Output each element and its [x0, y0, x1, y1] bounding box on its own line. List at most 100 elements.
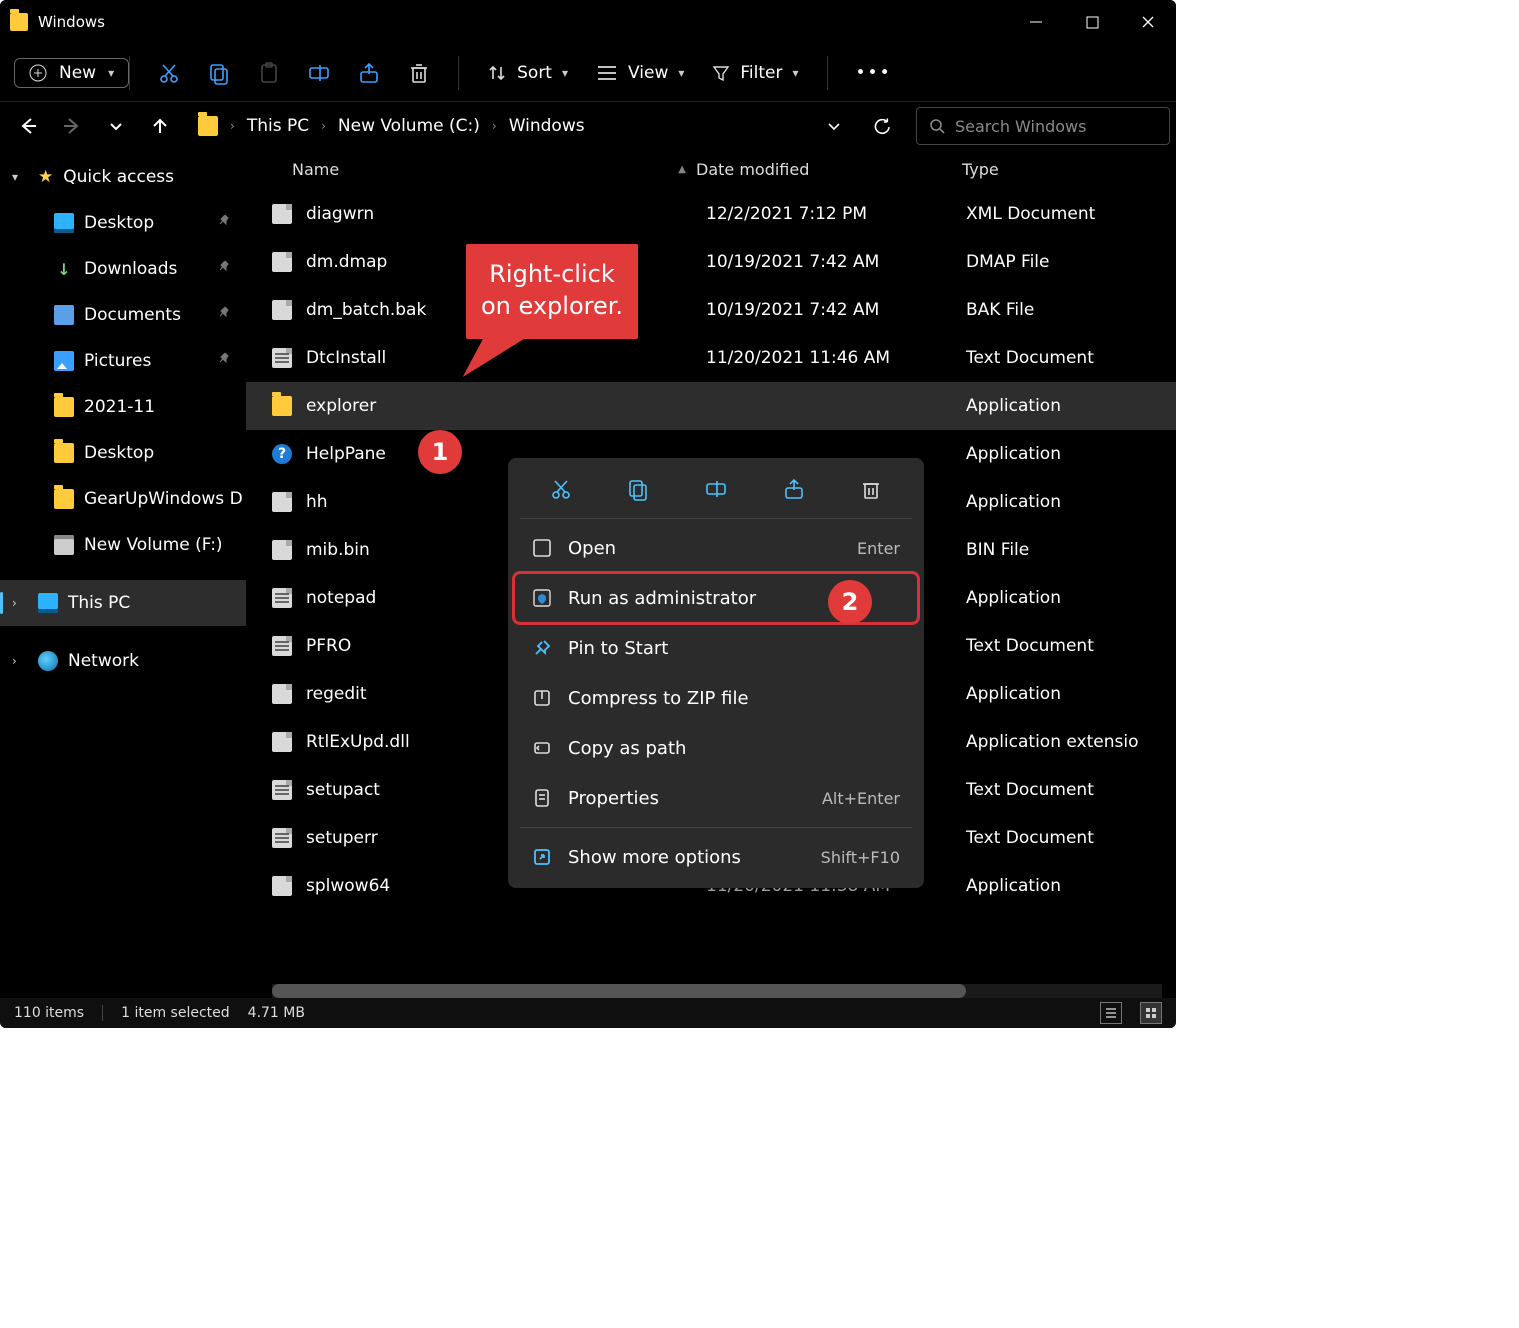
- file-type: Application: [966, 684, 1061, 704]
- file-date: 11/20/2021 11:46 AM: [706, 348, 966, 368]
- context-menu: OpenEnter Run as administrator Pin to St…: [508, 458, 924, 888]
- file-name: explorer: [306, 396, 706, 416]
- pin-icon: [218, 213, 232, 233]
- file-row[interactable]: DtcInstall 11/20/2021 11:46 AM Text Docu…: [246, 334, 1176, 382]
- explorer-window: Windows New ▾ Sort▾ View▾ Filter▾: [0, 0, 1176, 1028]
- file-row[interactable]: dm_batch.bak 10/19/2021 7:42 AM BAK File: [246, 286, 1176, 334]
- file-icon: [272, 252, 292, 272]
- sidebar-item-pictures[interactable]: Pictures: [0, 338, 246, 384]
- sidebar-this-pc[interactable]: › This PC: [0, 580, 246, 626]
- sidebar-item-gearupwindows-d[interactable]: GearUpWindows D: [0, 476, 246, 522]
- ctx-cut-button[interactable]: [541, 469, 581, 509]
- ctx-copy-button[interactable]: [618, 469, 658, 509]
- sidebar-item-downloads[interactable]: Downloads: [0, 246, 246, 292]
- file-type: BIN File: [966, 540, 1029, 560]
- file-icon: [272, 732, 292, 752]
- thumbnails-view-toggle[interactable]: [1140, 1002, 1162, 1024]
- copy-button[interactable]: [204, 54, 234, 92]
- maximize-button[interactable]: [1064, 0, 1120, 44]
- cut-button[interactable]: [154, 54, 184, 92]
- more-button[interactable]: •••: [852, 54, 896, 92]
- breadcrumb[interactable]: Windows: [509, 116, 585, 136]
- up-button[interactable]: [138, 104, 182, 148]
- file-date: 10/19/2021 7:42 AM: [706, 252, 966, 272]
- horizontal-scrollbar[interactable]: [272, 984, 1162, 998]
- pin-icon: [218, 259, 232, 279]
- sidebar-item-desktop[interactable]: Desktop: [0, 430, 246, 476]
- paste-button[interactable]: [254, 54, 284, 92]
- sidebar-item-desktop[interactable]: Desktop: [0, 200, 246, 246]
- ctx-share-button[interactable]: [774, 469, 814, 509]
- file-type: BAK File: [966, 300, 1034, 320]
- close-button[interactable]: [1120, 0, 1176, 44]
- filter-button[interactable]: Filter▾: [708, 54, 802, 92]
- column-name[interactable]: Name▲: [246, 160, 686, 179]
- ctx-open[interactable]: OpenEnter: [514, 523, 918, 573]
- path-icon: [532, 738, 552, 758]
- annotation-badge-1: 1: [418, 430, 462, 474]
- drive-icon: [54, 535, 74, 555]
- file-row[interactable]: explorer Application: [246, 382, 1176, 430]
- file-icon: [272, 684, 292, 704]
- pin-icon: [218, 305, 232, 325]
- status-count: 110 items: [14, 1005, 84, 1021]
- search-input[interactable]: Search Windows: [916, 107, 1170, 145]
- file-date: 10/19/2021 7:42 AM: [706, 300, 966, 320]
- sidebar-network[interactable]: › Network: [0, 638, 246, 684]
- pc-icon: [38, 593, 58, 613]
- chevron-down-icon: ▾: [108, 66, 114, 80]
- ctx-show-more[interactable]: Show more optionsShift+F10: [514, 832, 918, 882]
- new-button[interactable]: New ▾: [14, 58, 129, 88]
- view-button[interactable]: View▾: [592, 54, 688, 92]
- titlebar: Windows: [0, 0, 1176, 44]
- address-dropdown[interactable]: [816, 118, 852, 134]
- sidebar-item-label: Desktop: [84, 213, 154, 233]
- globe-icon: [38, 651, 58, 671]
- file-icon: [272, 348, 292, 368]
- nav-row: › This PC › New Volume (C:) › Windows Se…: [0, 102, 1176, 150]
- file-icon: [272, 828, 292, 848]
- folder-icon: [54, 397, 74, 417]
- properties-icon: [532, 788, 552, 808]
- pin-icon: [218, 351, 232, 371]
- sort-button[interactable]: Sort▾: [483, 54, 572, 92]
- delete-button[interactable]: [404, 54, 434, 92]
- ctx-copy-path[interactable]: Copy as path: [514, 723, 918, 773]
- sidebar-item-2021-11[interactable]: 2021-11: [0, 384, 246, 430]
- rename-button[interactable]: [304, 54, 334, 92]
- sidebar-item-label: Pictures: [84, 351, 151, 371]
- folder-icon: [54, 489, 74, 509]
- ctx-delete-button[interactable]: [851, 469, 891, 509]
- refresh-button[interactable]: [864, 116, 900, 136]
- file-date: 12/2/2021 7:12 PM: [706, 204, 966, 224]
- recent-button[interactable]: [94, 104, 138, 148]
- status-selection: 1 item selected: [121, 1005, 230, 1021]
- column-date[interactable]: Date modified: [686, 160, 946, 179]
- breadcrumb[interactable]: New Volume (C:): [338, 116, 480, 136]
- ctx-rename-button[interactable]: [696, 469, 736, 509]
- ctx-compress-zip[interactable]: Compress to ZIP file: [514, 673, 918, 723]
- file-row[interactable]: dm.dmap 10/19/2021 7:42 AM DMAP File: [246, 238, 1176, 286]
- ctx-properties[interactable]: PropertiesAlt+Enter: [514, 773, 918, 823]
- sidebar-quick-access[interactable]: ▾ ★ Quick access: [0, 154, 246, 200]
- minimize-button[interactable]: [1008, 0, 1064, 44]
- sidebar: ▾ ★ Quick access Desktop Downloads Docum…: [0, 150, 246, 998]
- share-button[interactable]: [354, 54, 384, 92]
- sidebar-item-new-volume-f-[interactable]: New Volume (F:): [0, 522, 246, 568]
- file-icon: [272, 540, 292, 560]
- forward-button[interactable]: [50, 104, 94, 148]
- folder-icon: [54, 443, 74, 463]
- star-icon: ★: [38, 167, 53, 187]
- file-row[interactable]: diagwrn 12/2/2021 7:12 PM XML Document: [246, 190, 1176, 238]
- address-bar[interactable]: › This PC › New Volume (C:) › Windows: [190, 107, 908, 145]
- file-type: Application: [966, 876, 1061, 896]
- column-headers: Name▲ Date modified Type: [246, 150, 1176, 190]
- file-type: Text Document: [966, 348, 1094, 368]
- file-type: Application: [966, 492, 1061, 512]
- ctx-pin-to-start[interactable]: Pin to Start: [514, 623, 918, 673]
- details-view-toggle[interactable]: [1100, 1002, 1122, 1024]
- back-button[interactable]: [6, 104, 50, 148]
- breadcrumb[interactable]: This PC: [247, 116, 309, 136]
- column-type[interactable]: Type: [946, 160, 1176, 179]
- sidebar-item-documents[interactable]: Documents: [0, 292, 246, 338]
